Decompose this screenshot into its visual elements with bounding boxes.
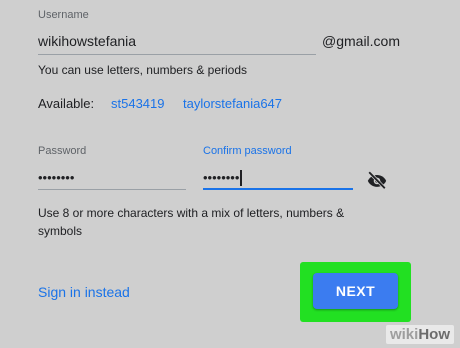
watermark-part-how: How bbox=[418, 326, 450, 343]
password-label: Password bbox=[38, 145, 87, 157]
eye-off-icon[interactable] bbox=[366, 169, 388, 191]
password-underline bbox=[38, 189, 186, 190]
gmail-suffix: @gmail.com bbox=[322, 33, 401, 49]
password-requirements-text: Use 8 or more characters with a mix of l… bbox=[38, 206, 345, 238]
username-underline bbox=[38, 54, 316, 55]
watermark-part-wiki: wiki bbox=[389, 326, 419, 343]
username-label: Username bbox=[38, 9, 89, 21]
available-label: Available: bbox=[38, 96, 95, 111]
confirm-password-input[interactable]: •••••••• bbox=[203, 170, 239, 185]
text-cursor bbox=[240, 170, 242, 186]
suggestion-st543419[interactable]: st543419 bbox=[111, 96, 165, 111]
suggestion-taylorstefania647[interactable]: taylorstefania647 bbox=[183, 96, 282, 111]
next-button[interactable]: NEXT bbox=[313, 273, 398, 309]
username-input[interactable]: wikihowstefania bbox=[38, 33, 136, 49]
confirm-password-underline bbox=[203, 188, 353, 190]
username-helper-text: You can use letters, numbers & periods bbox=[38, 63, 248, 77]
sign-in-instead-link[interactable]: Sign in instead bbox=[38, 284, 130, 300]
wikihow-watermark: wikiHow bbox=[385, 325, 454, 344]
password-input[interactable]: •••••••• bbox=[38, 170, 74, 185]
confirm-password-label: Confirm password bbox=[203, 145, 292, 157]
